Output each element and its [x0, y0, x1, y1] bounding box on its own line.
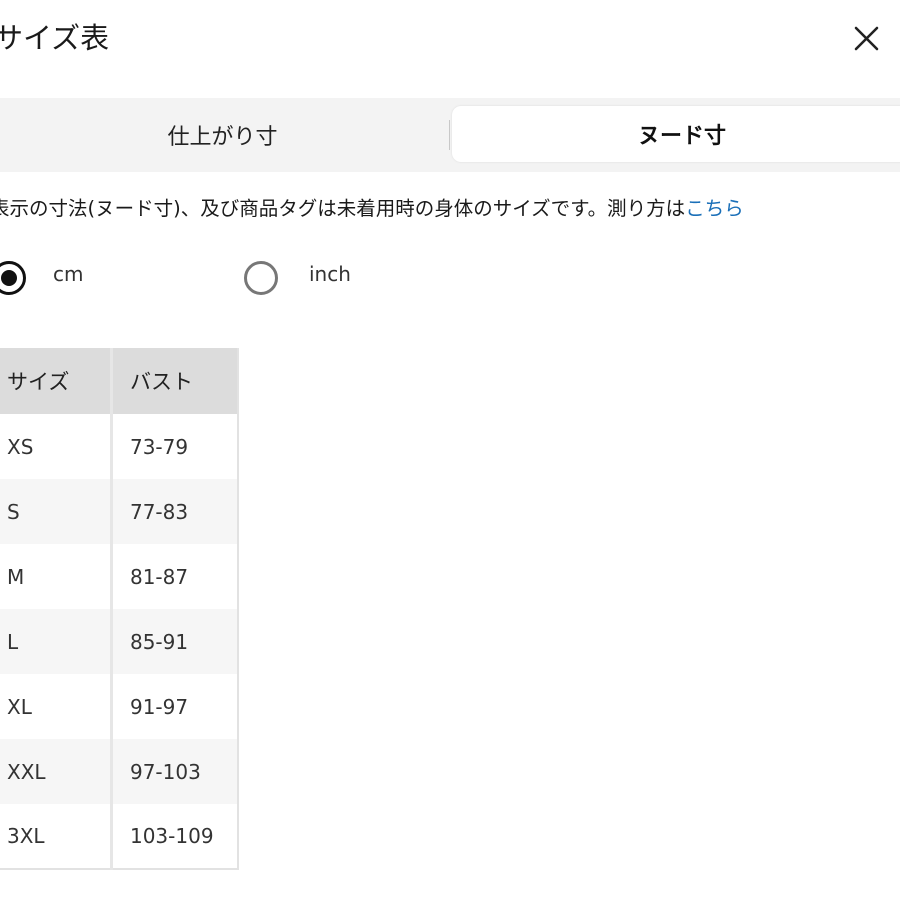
- size-table: サイズ バスト XS 73-79 S 77-83 M 81-87 L 85-91: [0, 348, 239, 870]
- column-header-bust: バスト: [111, 348, 238, 414]
- unit-radio-inch[interactable]: inch: [244, 257, 351, 299]
- table-row: M 81-87: [0, 544, 238, 609]
- unit-label-cm: cm: [53, 262, 84, 286]
- measurement-note: 表示の寸法(ヌード寸)、及び商品タグは未着用時の身体のサイズです。測り方はこちら: [0, 195, 744, 223]
- size-cell: XL: [0, 674, 113, 739]
- unit-radio-cm[interactable]: cm: [0, 257, 83, 299]
- table-row: XXL 97-103: [0, 739, 238, 804]
- size-cell: XXL: [0, 739, 113, 804]
- table-header-row: サイズ バスト: [0, 348, 238, 414]
- bust-cell: 103-109: [111, 804, 238, 869]
- radio-unchecked-icon[interactable]: [244, 261, 278, 295]
- how-to-measure-link[interactable]: こちら: [685, 197, 744, 220]
- table-row: XS 73-79: [0, 414, 238, 479]
- size-cell: L: [0, 609, 113, 674]
- size-cell: XS: [0, 414, 113, 479]
- measurement-tabs: 仕上がり寸 ヌード寸: [0, 98, 900, 172]
- measurement-note-text: 表示の寸法(ヌード寸)、及び商品タグは未着用時の身体のサイズです。測り方は: [0, 197, 686, 220]
- radio-checked-icon[interactable]: [0, 261, 26, 295]
- bust-cell: 81-87: [111, 544, 238, 609]
- table-row: S 77-83: [0, 479, 238, 544]
- table-row: XL 91-97: [0, 674, 238, 739]
- tab-finished-size[interactable]: 仕上がり寸: [0, 98, 445, 172]
- modal-title: サイズ表: [0, 21, 110, 55]
- bust-cell: 73-79: [111, 414, 238, 479]
- tab-nude-size[interactable]: ヌード寸: [452, 106, 900, 162]
- table-row: 3XL 103-109: [0, 804, 238, 869]
- unit-label-inch: inch: [309, 262, 351, 286]
- size-cell: 3XL: [0, 804, 113, 869]
- bust-cell: 97-103: [111, 739, 238, 804]
- close-button[interactable]: [846, 18, 888, 60]
- size-cell: S: [0, 479, 113, 544]
- bust-cell: 77-83: [111, 479, 238, 544]
- size-cell: M: [0, 544, 113, 609]
- close-icon: [854, 26, 879, 51]
- bust-cell: 85-91: [111, 609, 238, 674]
- bust-cell: 91-97: [111, 674, 238, 739]
- size-chart-modal: サイズ表 仕上がり寸 ヌード寸 表示の寸法(ヌード寸)、及び商品タグは未着用時の…: [0, 0, 900, 900]
- tab-divider: [449, 120, 450, 150]
- column-header-size: サイズ: [0, 348, 113, 414]
- table-row: L 85-91: [0, 609, 238, 674]
